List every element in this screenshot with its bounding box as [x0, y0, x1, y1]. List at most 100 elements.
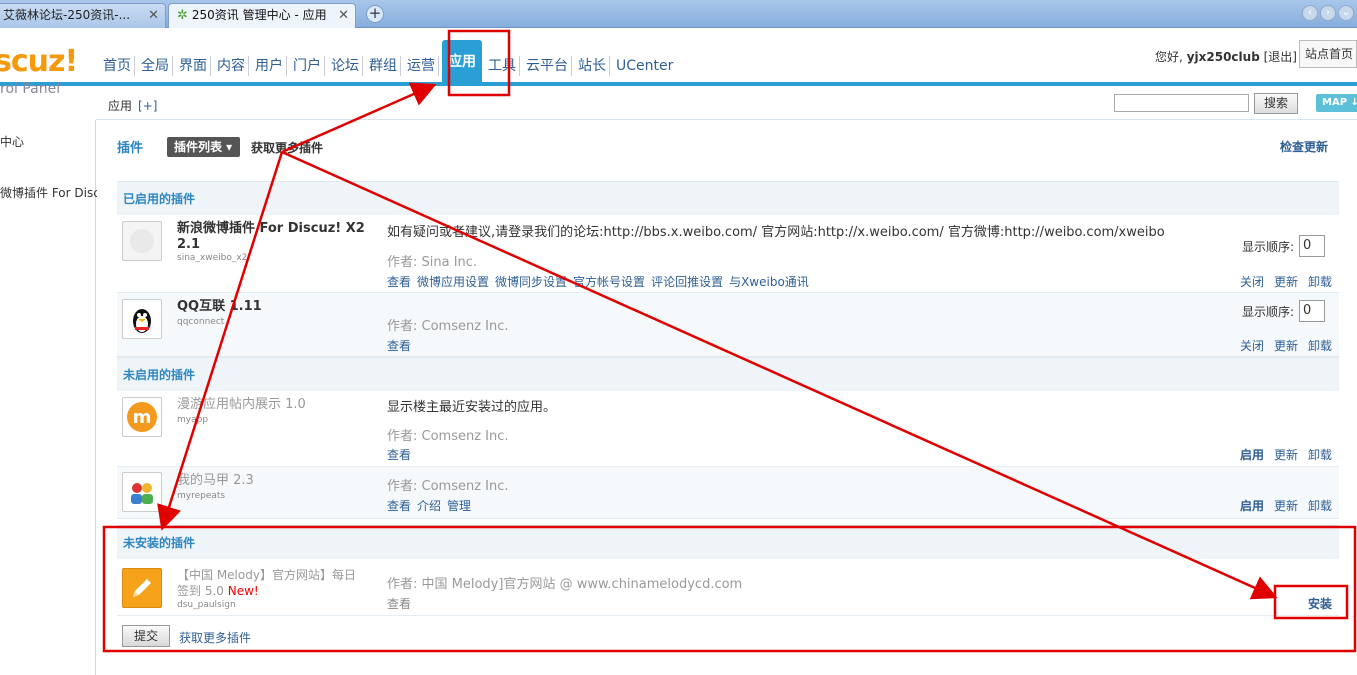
my-repeats-icon — [122, 472, 162, 512]
display-order-input[interactable]: 0 — [1299, 235, 1325, 257]
close-link[interactable]: 关闭 — [1240, 339, 1264, 353]
submit-button[interactable]: 提交 — [122, 625, 170, 647]
nav-portal[interactable]: 门户 — [290, 56, 325, 76]
new-badge: New! — [227, 584, 259, 598]
nav-groups[interactable]: 群组 — [366, 56, 401, 76]
sub-header: 应用 [+] 搜索 MAP ↓ — [96, 90, 1357, 120]
plugin-ops: 关闭 更新 卸载 — [1240, 273, 1342, 290]
back-arrow-icon[interactable]: ‹ — [1302, 5, 1318, 21]
pencil-icon — [122, 568, 162, 608]
uninstall-link[interactable]: 卸载 — [1308, 448, 1332, 462]
sina-weibo-plugin-icon — [122, 221, 162, 261]
update-link[interactable]: 更新 — [1274, 448, 1298, 462]
sidebar-item-weibo-plugin[interactable]: 微博插件 For Discu — [0, 184, 107, 201]
tab-menu-icon[interactable]: ⌄ — [1338, 5, 1354, 21]
browser-tab-forum[interactable]: 艾薇林论坛-250资讯-... ✕ — [0, 3, 166, 28]
nav-forum[interactable]: 论坛 — [328, 56, 363, 76]
favicon-icon: ✲ — [177, 8, 188, 23]
uninstalled-plugins-header: 未安装的插件 — [117, 525, 1339, 559]
get-more-plugins-bottom-link[interactable]: 获取更多插件 — [179, 629, 251, 646]
site-home-button[interactable]: 站点首页 — [1299, 40, 1357, 68]
check-update-link[interactable]: 检查更新 — [1280, 138, 1328, 155]
comment-push-settings-link[interactable]: 评论回推设置 — [651, 275, 723, 289]
plugin-links: 查看 微博应用设置 微博同步设置 官方帐号设置 评论回推设置 与Xweibo通讯 — [387, 273, 815, 290]
uninstall-link[interactable]: 卸载 — [1308, 339, 1332, 353]
view-link[interactable]: 查看 — [387, 339, 411, 353]
nav-users[interactable]: 用户 — [252, 56, 287, 76]
breadcrumb-current: 应用 — [108, 99, 133, 113]
weibo-app-settings-link[interactable]: 微博应用设置 — [417, 275, 489, 289]
nav-ucenter[interactable]: UCenter — [613, 56, 676, 76]
nav-home[interactable]: 首页 — [100, 56, 135, 76]
plugin-author: 作者: Comsenz Inc. — [387, 479, 509, 494]
plugin-links: 查看 — [387, 595, 417, 612]
main-content: 插件 插件列表 ▾ 获取更多插件 检查更新 已启用的插件 新浪微博插件 For … — [97, 121, 1357, 675]
enable-link[interactable]: 启用 — [1240, 448, 1264, 462]
plugin-row-qqconnect: QQ互联 1.11 qqconnect 作者: Comsenz Inc. 查看 … — [117, 293, 1339, 357]
close-icon[interactable]: ✕ — [338, 4, 349, 27]
nav-interface[interactable]: 界面 — [176, 56, 211, 76]
new-tab-button[interactable]: + — [366, 5, 384, 23]
main-nav: 首页 全局 界面 内容 用户 门户 论坛 群组 运营 应用 工具 云平台 站长 … — [100, 40, 679, 84]
display-order-input[interactable]: 0 — [1299, 300, 1325, 322]
logout-link[interactable]: [退出] — [1264, 50, 1297, 64]
plugin-list-dropdown[interactable]: 插件列表 ▾ — [167, 137, 240, 157]
map-button[interactable]: MAP ↓ — [1316, 94, 1357, 112]
plugin-name: 新浪微博插件 For Discuz! X2 2.1 — [177, 221, 365, 252]
plugin-row-dsu-paulsign: 【中国 Melody】官方网站】每日签到 5.0 New! dsu_paulsi… — [117, 562, 1339, 616]
plugin-id: sina_xweibo_x2 — [177, 253, 248, 263]
nav-content[interactable]: 内容 — [214, 56, 249, 76]
plugin-links: 查看 介绍 管理 — [387, 497, 477, 514]
close-icon[interactable]: ✕ — [148, 4, 159, 27]
add-shortcut-link[interactable]: [+] — [138, 99, 157, 113]
enable-link[interactable]: 启用 — [1240, 499, 1264, 513]
plugin-name: QQ互联 1.11 — [177, 299, 262, 314]
nav-webmaster[interactable]: 站长 — [575, 56, 610, 76]
browser-tab-strip: 艾薇林论坛-250资讯-... ✕ ✲ 250资讯 管理中心 - 应用 ✕ + ‹… — [0, 0, 1357, 28]
uninstall-link[interactable]: 卸载 — [1308, 499, 1332, 513]
nav-operations[interactable]: 运营 — [404, 56, 439, 76]
update-link[interactable]: 更新 — [1274, 275, 1298, 289]
official-account-settings-link[interactable]: 官方帐号设置 — [573, 275, 645, 289]
view-link[interactable]: 查看 — [387, 275, 411, 289]
user-info: 您好, yjx250club [退出] — [1155, 48, 1297, 65]
view-link[interactable]: 查看 — [387, 597, 411, 611]
nav-apps[interactable]: 应用 — [442, 40, 482, 84]
left-sidebar: 中心 微博插件 For Discu — [0, 120, 107, 675]
control-panel-label: rol Panel — [0, 81, 61, 97]
uninstall-link[interactable]: 卸载 — [1308, 275, 1332, 289]
qq-penguin-icon — [122, 299, 162, 339]
forward-arrow-icon[interactable]: › — [1320, 5, 1336, 21]
search-button[interactable]: 搜索 — [1254, 93, 1298, 114]
svg-text:m: m — [133, 407, 152, 428]
breadcrumb: 应用 [+] — [108, 97, 157, 114]
display-order-label: 显示顺序: — [1242, 240, 1295, 254]
view-link[interactable]: 查看 — [387, 448, 411, 462]
xweibo-communication-link[interactable]: 与Xweibo通讯 — [729, 275, 809, 289]
tab-label: 250资讯 管理中心 - 应用 — [191, 8, 327, 22]
plugin-author: 作者: 中国 Melody]官方网站 @ www.chinamelodycd.c… — [387, 577, 743, 592]
nav-cloud[interactable]: 云平台 — [523, 56, 572, 76]
manage-link[interactable]: 管理 — [447, 499, 471, 513]
update-link[interactable]: 更新 — [1274, 339, 1298, 353]
plugin-row-myapp: m 漫游应用帖内展示 1.0 myapp 显示楼主最近安装过的应用。 作者: C… — [117, 391, 1339, 467]
search-input[interactable] — [1114, 94, 1249, 112]
intro-link[interactable]: 介绍 — [417, 499, 441, 513]
get-more-plugins-link[interactable]: 获取更多插件 — [251, 139, 323, 156]
nav-global[interactable]: 全局 — [138, 56, 173, 76]
manyou-app-icon: m — [122, 397, 162, 437]
nav-tools[interactable]: 工具 — [485, 56, 520, 76]
plugin-row-sina-weibo: 新浪微博插件 For Discuz! X2 2.1 sina_xweibo_x2… — [117, 215, 1339, 293]
page-title: 插件 — [117, 141, 144, 156]
browser-tab-admin[interactable]: ✲ 250资讯 管理中心 - 应用 ✕ — [168, 3, 356, 28]
discuz-logo: scuz! — [0, 44, 78, 79]
plugin-id: qqconnect — [177, 317, 225, 327]
view-link[interactable]: 查看 — [387, 499, 411, 513]
plugin-author: 作者: Comsenz Inc. — [387, 429, 509, 444]
install-link[interactable]: 安装 — [1308, 595, 1332, 612]
update-link[interactable]: 更新 — [1274, 499, 1298, 513]
weibo-sync-settings-link[interactable]: 微博同步设置 — [495, 275, 567, 289]
sidebar-item-center[interactable]: 中心 — [0, 133, 24, 150]
plugin-links: 查看 — [387, 446, 417, 463]
close-link[interactable]: 关闭 — [1240, 275, 1264, 289]
